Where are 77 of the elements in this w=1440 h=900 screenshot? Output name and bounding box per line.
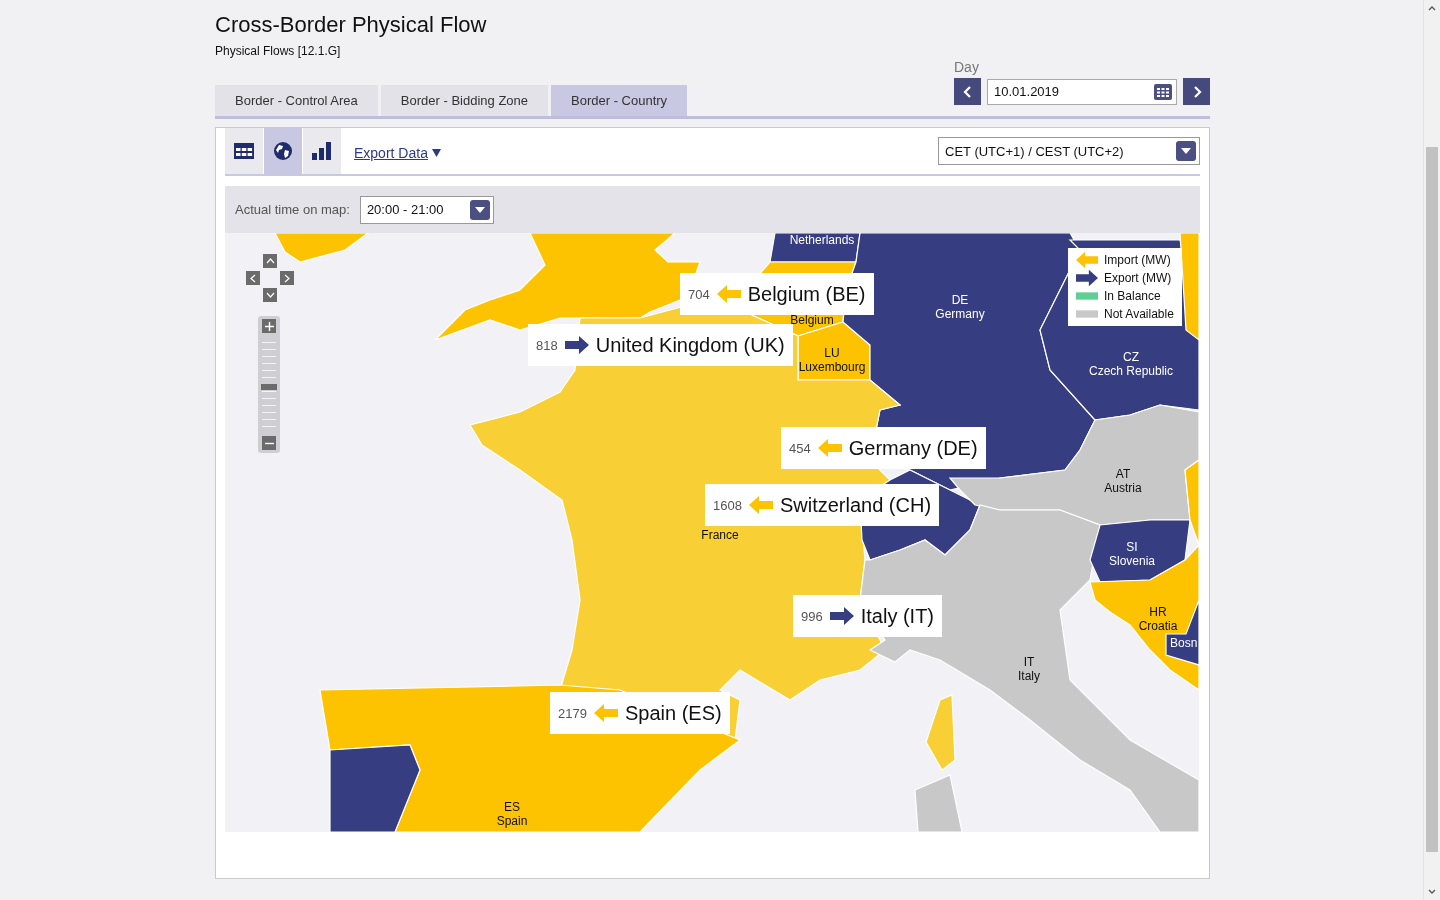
country-label: Belgium: [790, 313, 834, 327]
arrow-left-icon: [1076, 251, 1098, 269]
legend-label: In Balance: [1104, 289, 1161, 303]
view-button[interactable]: [303, 128, 341, 174]
zoom-slider[interactable]: [258, 316, 280, 453]
tab[interactable]: Border - Country: [551, 85, 688, 116]
calendar-icon: [1154, 83, 1172, 100]
arrow-right-icon: [1076, 269, 1098, 287]
flow-value: 454: [789, 440, 811, 456]
flow-value: 704: [688, 286, 710, 302]
legend-label: Import (MW): [1104, 253, 1171, 267]
export-data-link[interactable]: Export Data: [354, 145, 441, 161]
country-label: HR Croatia: [1138, 605, 1178, 633]
country-region[interactable]: [329, 744, 421, 832]
day-label: Day: [954, 59, 980, 75]
country-label: France: [701, 528, 739, 542]
next-day-button[interactable]: [1183, 78, 1210, 105]
balance-swatch-icon: [1076, 292, 1098, 300]
country-label: DE Germany: [935, 293, 985, 321]
flow-value: 818: [536, 337, 558, 353]
flow-value: 996: [801, 608, 823, 624]
country-label: Netherlands: [789, 233, 855, 247]
view-button[interactable]: [264, 128, 302, 174]
view-button[interactable]: [225, 128, 263, 174]
flow-country: United Kingdom (UK): [595, 333, 785, 357]
unavailable-swatch-icon: [1076, 310, 1098, 318]
country-label: LU Luxembourg: [798, 346, 866, 374]
timezone-dropdown[interactable]: CET (UTC+1) / CEST (UTC+2): [938, 137, 1200, 165]
zoom-handle[interactable]: [261, 384, 277, 391]
page-subtitle: Physical Flows [12.1.G]: [215, 44, 342, 58]
date-field[interactable]: 10.01.2019: [987, 78, 1177, 105]
pan-up-button[interactable]: [263, 254, 277, 268]
pan-right-button[interactable]: [280, 271, 294, 285]
previous-day-button[interactable]: [954, 78, 981, 105]
page-title: Cross-Border Physical Flow: [215, 12, 488, 38]
table-icon: [234, 143, 254, 159]
time-label: Actual time on map:: [235, 202, 350, 217]
country-label: IT Italy: [1018, 655, 1040, 683]
caret-icon: [431, 149, 441, 157]
country-region[interactable]: [1089, 519, 1191, 583]
country-region[interactable]: [1184, 458, 1199, 546]
pan-down-button[interactable]: [263, 288, 277, 302]
country-label: CZ Czech Republic: [1089, 350, 1173, 378]
chevron-right-icon: [1191, 85, 1202, 98]
country-region[interactable]: [1179, 233, 1199, 342]
flow-country: Switzerland (CH): [779, 493, 932, 517]
country-label: ES Spain: [496, 800, 528, 828]
flow-country: Belgium (BE): [747, 282, 866, 306]
country-label: Bosn: [1170, 636, 1198, 650]
country-label: SI Slovenia: [1109, 540, 1155, 568]
country-label: AT Austria: [1104, 467, 1142, 495]
chevron-down-icon: [265, 292, 275, 298]
time-dropdown[interactable]: 20:00 - 21:00: [359, 195, 494, 224]
flow-country: Germany (DE): [848, 436, 978, 460]
legend-label: Export (MW): [1104, 271, 1172, 285]
chevron-up-icon: [265, 258, 275, 264]
flow-value: 1608: [713, 497, 742, 513]
dropdown-icon: [1176, 141, 1196, 161]
flow-country: Spain (ES): [624, 701, 722, 725]
bar-chart-icon: [312, 142, 332, 160]
plus-icon: [264, 321, 274, 331]
chevron-left-icon: [962, 85, 973, 98]
scroll-down-icon[interactable]: [1428, 889, 1436, 894]
flow-country: Italy (IT): [860, 604, 935, 628]
scroll-up-icon[interactable]: [1428, 6, 1436, 11]
zoom-in-button[interactable]: [262, 319, 276, 333]
zoom-out-button[interactable]: [262, 436, 276, 450]
pan-left-button[interactable]: [246, 271, 260, 285]
tab[interactable]: Border - Bidding Zone: [380, 85, 549, 116]
tab[interactable]: Border - Control Area: [215, 85, 378, 116]
flow-value: 2179: [558, 705, 587, 721]
chevron-right-icon: [284, 273, 290, 283]
dropdown-icon: [469, 199, 490, 220]
chevron-left-icon: [250, 273, 256, 283]
legend-label: Not Available: [1104, 307, 1174, 321]
globe-icon: [273, 141, 293, 161]
scrollbar-thumb[interactable]: [1426, 147, 1438, 852]
